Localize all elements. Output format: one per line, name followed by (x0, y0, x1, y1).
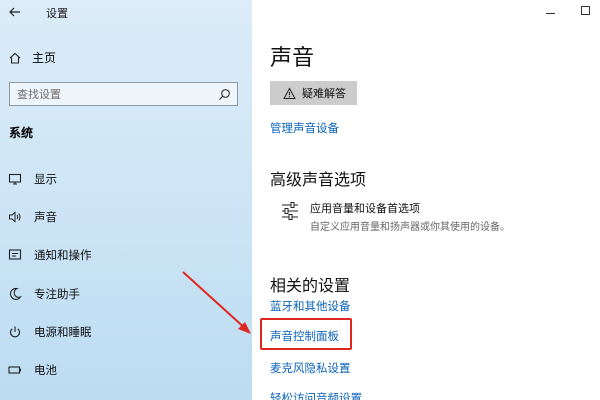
sidebar-item-label: 显示 (34, 172, 57, 186)
battery-icon (8, 363, 22, 377)
sidebar-item-notifications[interactable]: 通知和操作 (8, 247, 92, 263)
maximize-icon[interactable] (581, 6, 590, 15)
ease-of-access-audio-link[interactable]: 轻松访问音频设置 (270, 390, 362, 400)
advanced-sound-heading: 高级声音选项 (270, 170, 367, 189)
home-icon (8, 51, 22, 65)
search-box[interactable] (9, 82, 238, 106)
app-volume-title: 应用音量和设备首选项 (310, 202, 420, 215)
notification-icon (8, 248, 22, 262)
home-label: 主页 (32, 51, 57, 65)
bluetooth-devices-link[interactable]: 蓝牙和其他设备 (270, 298, 351, 314)
sidebar-home[interactable]: 主页 (8, 49, 56, 66)
sidebar-item-focus-assist[interactable]: 专注助手 (8, 286, 80, 302)
sidebar-item-label: 通知和操作 (34, 248, 92, 262)
search-icon[interactable] (217, 87, 231, 101)
troubleshoot-button[interactable]: 疑难解答 (270, 81, 357, 105)
troubleshoot-label: 疑难解答 (302, 88, 346, 100)
minimize-icon[interactable] (546, 12, 555, 14)
moon-icon (8, 287, 22, 301)
microphone-privacy-link[interactable]: 麦克风隐私设置 (270, 360, 351, 376)
search-input[interactable] (17, 87, 217, 101)
window-title: 设置 (46, 7, 68, 20)
sidebar-item-power-sleep[interactable]: 电源和睡眠 (8, 324, 92, 340)
related-settings-heading: 相关的设置 (270, 276, 351, 295)
sidebar-item-sound[interactable]: 声音 (8, 209, 57, 225)
sound-control-panel-link[interactable]: 声音控制面板 (270, 328, 339, 344)
app-volume-preferences-item[interactable]: 应用音量和设备首选项 自定义应用音量和扬声器或你其使用的设备。 (280, 200, 510, 233)
window-controls (546, 6, 590, 15)
warning-icon (282, 86, 296, 100)
app-volume-description: 自定义应用音量和扬声器或你其使用的设备。 (310, 222, 510, 233)
monitor-icon (8, 172, 22, 186)
sidebar: 设置 主页 系统 显示 声音 通知和操作 专注助手 (0, 0, 252, 400)
manage-sound-devices-link[interactable]: 管理声音设备 (270, 120, 339, 136)
speaker-icon (8, 210, 22, 224)
main-pane: 声音 疑难解答 管理声音设备 高级声音选项 应用音量和设备首选项 自定义应用音量… (252, 0, 600, 400)
page-title: 声音 (270, 46, 315, 71)
back-arrow-icon[interactable] (8, 4, 22, 18)
sidebar-item-label: 声音 (34, 210, 57, 224)
sidebar-item-battery[interactable]: 电池 (8, 362, 57, 378)
power-icon (8, 325, 22, 339)
sidebar-item-label: 电源和睡眠 (34, 325, 92, 339)
sidebar-item-display[interactable]: 显示 (8, 171, 57, 187)
section-label-system: 系统 (9, 126, 34, 140)
sliders-icon (280, 200, 300, 222)
sidebar-item-label: 电池 (34, 363, 57, 377)
sidebar-item-label: 专注助手 (34, 287, 80, 301)
